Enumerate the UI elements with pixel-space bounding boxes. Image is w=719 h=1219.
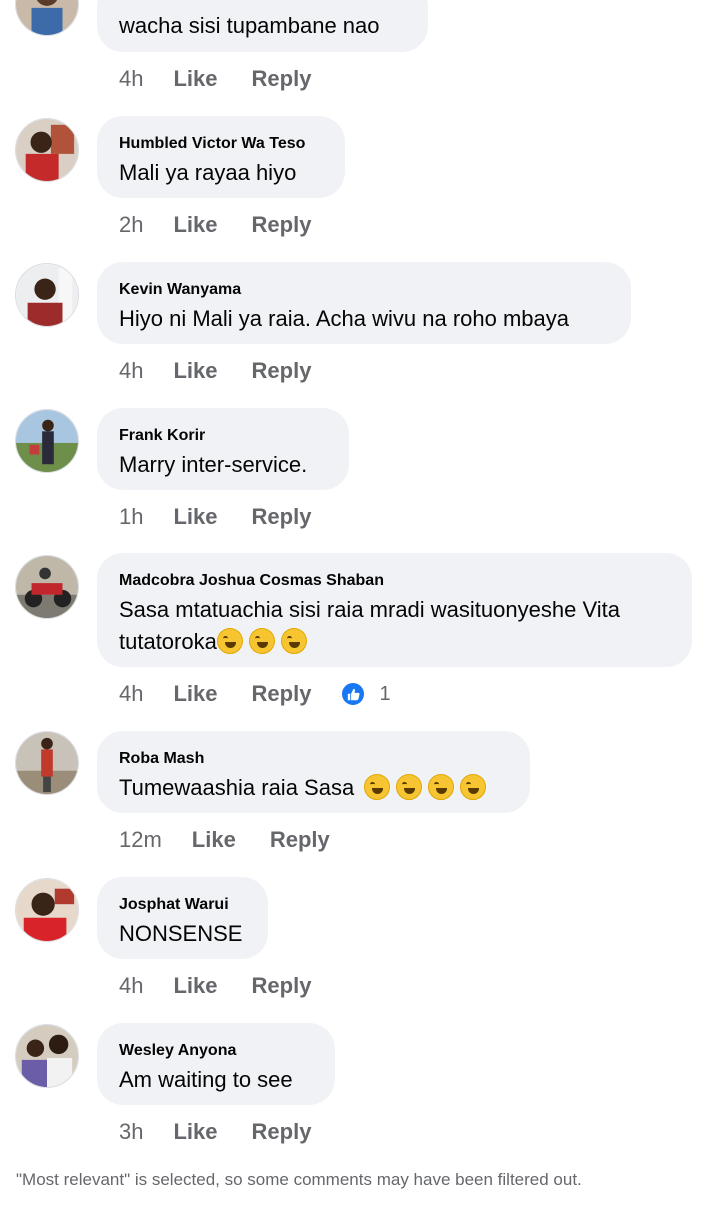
comment-actions: 4h Like Reply (119, 971, 345, 1001)
like-button[interactable]: Like (192, 827, 236, 853)
comment-text: Am waiting to see (119, 1067, 293, 1092)
comment-author[interactable]: Josphat Warui (119, 895, 246, 915)
comment-bubble: Wesley Anyona Am waiting to see (97, 1023, 335, 1105)
reply-button[interactable]: Reply (270, 827, 330, 853)
comment-bubble: Madcobra Joshua Cosmas Shaban Sasa mtatu… (97, 553, 692, 667)
comment-text: Tumewaashia raia Sasa (119, 772, 508, 804)
avatar[interactable] (15, 1024, 79, 1088)
comment-author[interactable]: Madcobra Joshua Cosmas Shaban (119, 571, 670, 591)
reply-button[interactable]: Reply (252, 504, 312, 530)
comment-author[interactable]: Kevin Wanyama (119, 280, 609, 300)
avatar[interactable] (15, 878, 79, 942)
avatar[interactable] (15, 731, 79, 795)
comment-time[interactable]: 4h (119, 681, 143, 707)
reaction-count: 1 (379, 682, 391, 705)
reply-button[interactable]: Reply (252, 1119, 312, 1145)
comment-bubble: wacha sisi tupambane nao (97, 0, 428, 52)
comment-actions: 4h Like Reply (119, 356, 345, 386)
avatar[interactable] (15, 0, 79, 36)
avatar[interactable] (15, 263, 79, 327)
comment-bubble: Josphat Warui NONSENSE (97, 877, 268, 959)
like-button[interactable]: Like (173, 681, 217, 707)
comment-author[interactable]: Humbled Victor Wa Teso (119, 134, 323, 154)
comment-author[interactable]: Wesley Anyona (119, 1041, 313, 1061)
comment-text: wacha sisi tupambane nao (119, 13, 380, 38)
rolling-laughing-emoji-icon (428, 774, 455, 800)
comment-text-end: tutatoroka (119, 629, 217, 654)
reply-button[interactable]: Reply (252, 212, 312, 238)
like-button[interactable]: Like (173, 1119, 217, 1145)
comment-bubble: Roba Mash Tumewaashia raia Sasa (97, 731, 530, 813)
like-button[interactable]: Like (173, 358, 217, 384)
comment-text: Mali ya rayaa hiyo (119, 160, 297, 185)
comment-text: Marry inter-service. (119, 452, 308, 477)
comment-actions: 2h Like Reply (119, 210, 345, 240)
comment-bubble: Kevin Wanyama Hiyo ni Mali ya raia. Acha… (97, 262, 631, 344)
rolling-laughing-emoji-icon (460, 774, 487, 800)
reply-button[interactable]: Reply (252, 358, 312, 384)
rolling-laughing-emoji-icon (248, 628, 275, 654)
like-button[interactable]: Like (173, 66, 217, 92)
rolling-laughing-emoji-icon (280, 628, 307, 654)
comment-actions: 1h Like Reply (119, 502, 345, 532)
comment-text: NONSENSE (119, 921, 243, 946)
like-thumb-icon (341, 682, 366, 706)
comment-author[interactable]: Roba Mash (119, 749, 508, 769)
comment-text: Sasa mtatuachia sisi raia mradi wasituon… (119, 594, 670, 658)
reply-button[interactable]: Reply (252, 66, 312, 92)
comment-time[interactable]: 4h (119, 358, 143, 384)
comment-text-line-1: Sasa mtatuachia sisi raia mradi wasituon… (119, 597, 620, 622)
avatar[interactable] (15, 118, 79, 182)
comment-bubble: Humbled Victor Wa Teso Mali ya rayaa hiy… (97, 116, 345, 198)
avatar[interactable] (15, 555, 79, 619)
like-button[interactable]: Like (173, 212, 217, 238)
like-button[interactable]: Like (173, 973, 217, 999)
rolling-laughing-emoji-icon (396, 774, 423, 800)
comment-text: Hiyo ni Mali ya raia. Acha wivu na roho … (119, 306, 569, 331)
comment-time[interactable]: 1h (119, 504, 143, 530)
like-button[interactable]: Like (173, 504, 217, 530)
comment-actions: 4h Like Reply 1 (119, 679, 391, 709)
reply-button[interactable]: Reply (252, 973, 312, 999)
comment-time[interactable]: 2h (119, 212, 143, 238)
comment-text-line-2: tutatoroka (119, 626, 670, 658)
comment-bubble: Frank Korir Marry inter-service. (97, 408, 349, 490)
comment-author[interactable]: Frank Korir (119, 426, 327, 446)
rolling-laughing-emoji-icon (216, 628, 243, 654)
comment-actions: 12m Like Reply (119, 825, 364, 855)
avatar[interactable] (15, 409, 79, 473)
comment-actions: 4h Like Reply (119, 64, 345, 94)
reaction-summary[interactable]: 1 (341, 682, 391, 706)
comment-time[interactable]: 4h (119, 973, 143, 999)
comment-time[interactable]: 3h (119, 1119, 143, 1145)
comment-time[interactable]: 12m (119, 827, 162, 853)
comment-actions: 3h Like Reply (119, 1117, 345, 1147)
rolling-laughing-emoji-icon (364, 774, 391, 800)
comment-time[interactable]: 4h (119, 66, 143, 92)
reply-button[interactable]: Reply (252, 681, 312, 707)
filter-notice: "Most relevant" is selected, so some com… (16, 1170, 582, 1189)
comment-text-body: Tumewaashia raia Sasa (119, 775, 355, 800)
